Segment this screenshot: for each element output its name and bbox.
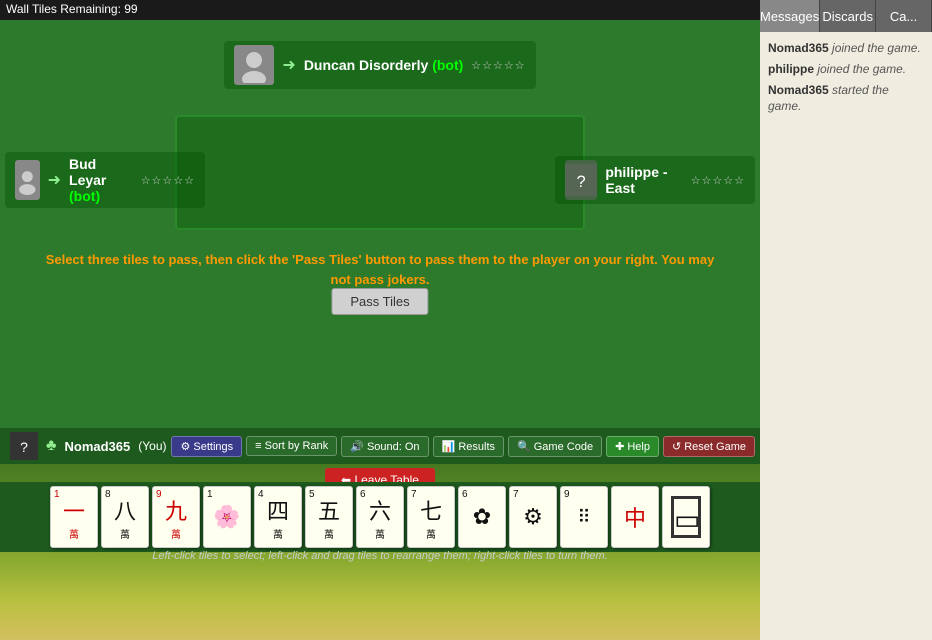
chat-name-3: Nomad365	[768, 83, 829, 97]
settings-button[interactable]: ⚙ Settings	[171, 436, 242, 457]
west-player-stars: ☆☆☆☆☆	[141, 174, 195, 187]
tile-12-main: ▭	[671, 496, 701, 538]
tile-1-sub: 萬	[120, 526, 130, 541]
tile-8-main: ✿	[473, 504, 491, 530]
tile-0-main: 一	[63, 494, 85, 526]
tile-7-top: 7	[411, 489, 417, 500]
reset-game-button[interactable]: ↺ Reset Game	[663, 436, 755, 457]
tile-5[interactable]: 5 五 萬	[305, 486, 353, 548]
tile-6-main: 六	[369, 494, 391, 526]
tile-7[interactable]: 7 七 萬	[407, 486, 455, 548]
instruction-text-line1: Select three tiles to pass, then click t…	[10, 250, 750, 270]
tile-1-main: 八	[114, 494, 136, 526]
east-player-box: ? philippe - East ☆☆☆☆☆	[555, 156, 755, 204]
sound-button[interactable]: 🔊 Sound: On	[341, 436, 428, 457]
svg-text:?: ?	[577, 173, 586, 191]
tile-4-sub: 萬	[273, 526, 283, 541]
tile-7-sub: 萬	[426, 526, 436, 541]
north-player-box: ➜ Duncan Disorderly (bot) ☆☆☆☆☆	[224, 41, 535, 89]
tile-10-top: 9	[564, 489, 570, 500]
chat-line-3: Nomad365 started the game.	[768, 82, 924, 116]
instruction-text-line2: not pass jokers.	[10, 270, 750, 290]
tile-1-top: 8	[105, 489, 111, 500]
tile-0[interactable]: 1 一 萬	[50, 486, 98, 548]
tiles-area: 1 一 萬 8 八 萬 9 九 萬 1 🌸 4 四 萬 5 五 萬 6	[0, 482, 760, 552]
west-player-area: ➜ Bud Leyar (bot) ☆☆☆☆☆	[5, 135, 205, 225]
tile-3-main: 🌸	[213, 504, 240, 530]
hint-text: Left-click tiles to select; left-click a…	[0, 550, 760, 562]
tile-5-sub: 萬	[324, 526, 334, 541]
north-player-stars: ☆☆☆☆☆	[471, 59, 525, 72]
action-buttons-area: ⚙ Settings ≡ Sort by Rank 🔊 Sound: On 📊 …	[171, 428, 755, 464]
tile-4[interactable]: 4 四 萬	[254, 486, 302, 548]
tile-6-sub: 萬	[375, 526, 385, 541]
south-player-name: Nomad365	[65, 439, 131, 454]
north-player-avatar	[234, 45, 274, 85]
tile-9[interactable]: 7 ⚙	[509, 486, 557, 548]
tile-11[interactable]: 中	[611, 486, 659, 548]
west-player-name: Bud Leyar (bot)	[69, 156, 133, 204]
tile-8-top: 6	[462, 489, 468, 500]
tab-can[interactable]: Ca...	[876, 0, 932, 32]
tab-messages[interactable]: Messages	[760, 0, 820, 32]
chat-action-1: joined the game.	[832, 41, 921, 55]
game-code-button[interactable]: 🔍 Game Code	[508, 436, 602, 457]
tile-11-main: 中	[624, 501, 646, 533]
chat-panel: Nomad365 joined the game. philippe joine…	[760, 32, 932, 640]
tab-discards[interactable]: Discards	[820, 0, 876, 32]
tile-3[interactable]: 1 🌸	[203, 486, 251, 548]
results-button[interactable]: 📊 Results	[433, 436, 504, 457]
east-player-avatar: ?	[565, 160, 597, 200]
tile-6[interactable]: 6 六 萬	[356, 486, 404, 548]
tile-9-main: ⚙	[523, 504, 543, 530]
south-player-tag: (You)	[138, 439, 166, 453]
tile-0-sub: 萬	[69, 526, 79, 541]
wall-tiles-remaining: Wall Tiles Remaining: 99	[0, 0, 760, 20]
tile-12[interactable]: ▭	[662, 486, 710, 548]
tile-2[interactable]: 9 九 萬	[152, 486, 200, 548]
tile-10[interactable]: 9 ⠿	[560, 486, 608, 548]
south-direction-icon: ♣	[46, 437, 57, 455]
tile-9-top: 7	[513, 489, 519, 500]
tile-2-sub: 萬	[171, 526, 181, 541]
east-player-name: philippe - East	[605, 164, 682, 196]
tile-4-top: 4	[258, 489, 264, 500]
tile-1[interactable]: 8 八 萬	[101, 486, 149, 548]
help-button[interactable]: ✚ Help	[606, 436, 659, 457]
tile-5-main: 五	[318, 494, 340, 526]
north-arrow-icon: ➜	[282, 55, 295, 75]
chat-line-1: Nomad365 joined the game.	[768, 40, 924, 57]
tile-8[interactable]: 6 ✿	[458, 486, 506, 548]
east-player-stars: ☆☆☆☆☆	[691, 174, 745, 187]
game-area: ➜ Duncan Disorderly (bot) ☆☆☆☆☆ ➜ Bud Le…	[0, 20, 760, 640]
tile-5-top: 5	[309, 489, 315, 500]
tile-4-main: 四	[267, 494, 289, 526]
sort-by-rank-button[interactable]: ≡ Sort by Rank	[246, 436, 337, 456]
game-board-center	[175, 115, 585, 230]
north-player-name: Duncan Disorderly (bot)	[304, 57, 463, 73]
tile-2-top: 9	[156, 489, 162, 500]
tile-3-top: 1	[207, 489, 213, 500]
north-player-area: ➜ Duncan Disorderly (bot) ☆☆☆☆☆	[0, 30, 760, 100]
chat-name-1: Nomad365	[768, 41, 829, 55]
chat-line-2: philippe joined the game.	[768, 61, 924, 78]
south-player-avatar: ?	[10, 432, 38, 460]
svg-text:?: ?	[20, 439, 28, 455]
pass-tiles-button[interactable]: Pass Tiles	[331, 288, 428, 315]
tile-0-top: 1	[54, 489, 60, 500]
tile-2-main: 九	[165, 494, 187, 526]
chat-action-2: joined the game.	[817, 62, 906, 76]
tab-bar: Messages Discards Ca...	[760, 0, 932, 32]
west-player-avatar	[15, 160, 40, 200]
chat-name-2: philippe	[768, 62, 814, 76]
tile-7-main: 七	[420, 494, 442, 526]
tile-10-main: ⠿	[577, 507, 590, 528]
east-player-area: ? philippe - East ☆☆☆☆☆	[555, 135, 755, 225]
west-arrow-icon: ➜	[48, 170, 61, 190]
tile-6-top: 6	[360, 489, 366, 500]
west-player-box: ➜ Bud Leyar (bot) ☆☆☆☆☆	[5, 152, 205, 208]
